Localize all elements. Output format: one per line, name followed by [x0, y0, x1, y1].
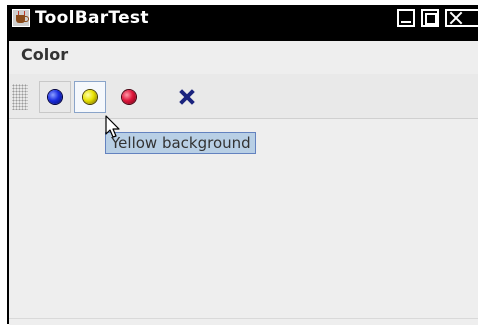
client-area: Color Yellow background — [9, 41, 478, 318]
application-window: ToolBarTest Color Yellow background — [7, 5, 478, 325]
exit-button[interactable] — [170, 81, 202, 113]
mouse-pointer-icon — [105, 115, 120, 138]
window-title: ToolBarTest — [35, 8, 149, 28]
blue-ball-icon — [48, 90, 62, 104]
tooltip-text: Yellow background — [111, 134, 251, 152]
java-coffee-icon[interactable] — [12, 9, 30, 27]
close-x-icon — [178, 88, 196, 106]
tooltip: Yellow background — [105, 132, 256, 154]
tool-bar — [9, 74, 478, 119]
blue-background-button[interactable] — [39, 81, 71, 113]
yellow-background-button[interactable] — [74, 81, 106, 113]
yellow-ball-icon — [83, 90, 97, 104]
red-background-button[interactable] — [113, 81, 145, 113]
close-window-button[interactable] — [445, 9, 478, 27]
red-ball-icon — [122, 90, 136, 104]
minimize-button[interactable] — [397, 9, 415, 27]
maximize-button[interactable] — [421, 9, 439, 27]
title-bar[interactable]: ToolBarTest — [7, 5, 478, 31]
toolbar-drag-handle[interactable] — [12, 84, 28, 110]
menu-color[interactable]: Color — [21, 45, 68, 64]
menu-bar: Color — [9, 41, 478, 67]
